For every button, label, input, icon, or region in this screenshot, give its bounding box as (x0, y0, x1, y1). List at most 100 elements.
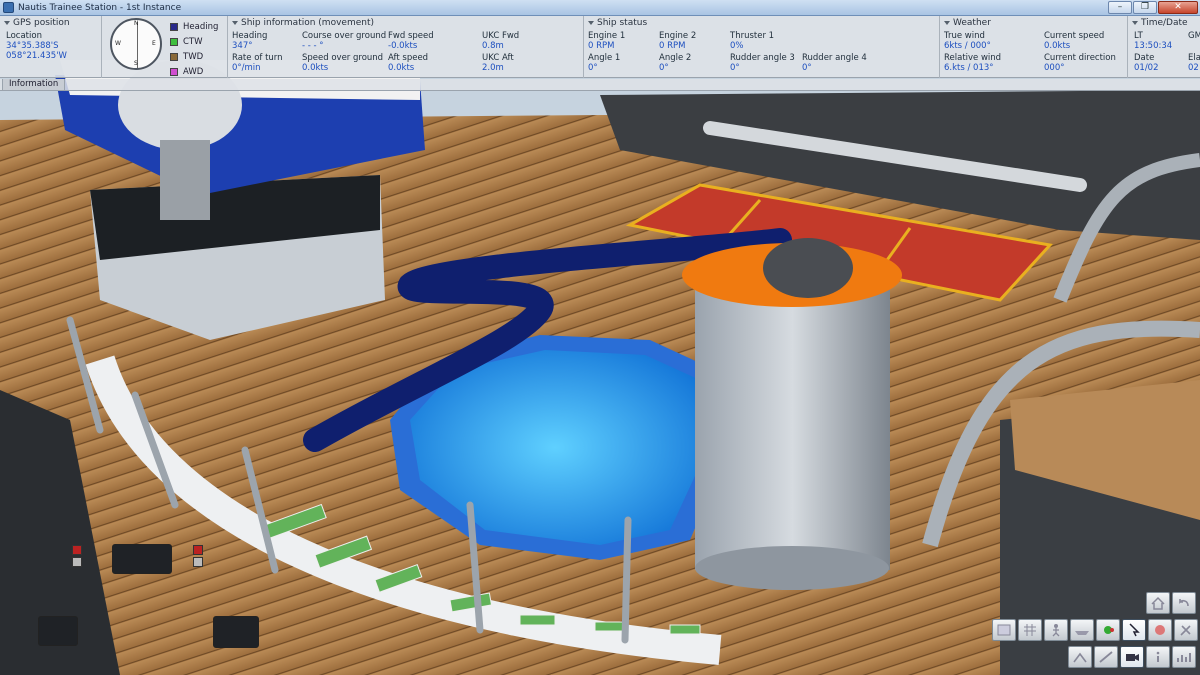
elapsed-label: Ela (1188, 53, 1200, 63)
minimize-button[interactable]: – (1108, 1, 1132, 14)
ukc-fwd-label: UKC Fwd (482, 31, 520, 41)
gm-label: GM (1188, 31, 1200, 41)
time-section: Time/Date LT 13:50:34 GM Date 01/02 Ela … (1128, 16, 1200, 78)
rot-value: 0°/min (232, 63, 261, 73)
lt-value: 13:50:34 (1134, 41, 1173, 51)
engine2-value: 0 RPM (659, 41, 686, 51)
gps-section: GPS position Location 34°35.388'S 058°21… (0, 16, 102, 78)
rudder4-value: 0° (802, 63, 812, 73)
weather-title: Weather (953, 18, 991, 28)
time-header[interactable]: Time/Date (1132, 18, 1196, 28)
gps-section-header[interactable]: GPS position (4, 18, 97, 28)
engine1-label: Engine 1 (588, 31, 626, 41)
true-wind-label: True wind (944, 31, 985, 41)
compass-south: S (134, 60, 138, 67)
relative-wind-label: Relative wind (944, 53, 1002, 63)
heading-swatch-icon (170, 22, 178, 31)
fwd-speed-label: Fwd speed (388, 31, 434, 41)
rudder4-label: Rudder angle 4 (802, 53, 867, 63)
thruster1-label: Thruster 1 (730, 31, 775, 41)
current-speed-value: 0.0kts (1044, 41, 1071, 51)
ship-status-title: Ship status (597, 18, 648, 28)
record-icon[interactable] (1096, 619, 1120, 641)
measure-icon[interactable] (1094, 646, 1118, 668)
rudder3-value: 0° (730, 63, 740, 73)
legend-ctw: CTW (170, 34, 218, 49)
ship-status-section: Ship status Engine 1 0 RPM Engine 2 0 RP… (584, 16, 940, 78)
relative-wind-value: 6.kts / 013° (944, 63, 994, 73)
weather-header[interactable]: Weather (944, 18, 1123, 28)
close-button[interactable]: ✕ (1158, 1, 1198, 14)
elapsed-value: 02 (1188, 63, 1199, 73)
lever-control-icon[interactable] (213, 616, 259, 648)
angle2-value: 0° (659, 63, 669, 73)
map-view-icon[interactable] (992, 619, 1016, 641)
collapse-caret-icon[interactable] (588, 21, 594, 25)
maximize-button[interactable]: ❐ (1133, 1, 1157, 14)
grid-view-icon[interactable] (1018, 619, 1042, 641)
legend-twd: TWD (170, 49, 218, 64)
thruster1-value: 0% (730, 41, 744, 51)
binoculars-icon[interactable] (1068, 646, 1092, 668)
indicator-light-icon (193, 557, 203, 567)
engine2-label: Engine 2 (659, 31, 697, 41)
sog-value: 0.0kts (302, 63, 329, 73)
info-icon[interactable] (1146, 646, 1170, 668)
compass-west: W (115, 40, 121, 47)
tools-icon[interactable] (1174, 619, 1198, 641)
awd-swatch-icon (170, 67, 178, 76)
aft-speed-value: 0.0kts (388, 63, 415, 73)
undo-arrow-icon[interactable] (1172, 592, 1196, 614)
latitude-value: 34°35.388'S (6, 41, 59, 51)
window-title: Nautis Trainee Station - 1st Instance (18, 2, 182, 13)
info-panel: GPS position Location 34°35.388'S 058°21… (0, 16, 1200, 78)
cog-value: - - - ° (302, 41, 324, 51)
compass-north: N (134, 20, 139, 27)
collapse-caret-icon[interactable] (944, 21, 950, 25)
current-speed-label: Current speed (1044, 31, 1105, 41)
time-title: Time/Date (1141, 18, 1188, 28)
ctw-swatch-icon (170, 37, 178, 46)
angle2-label: Angle 2 (659, 53, 692, 63)
legend-heading: Heading (170, 19, 218, 34)
throttle-control-icon[interactable] (112, 544, 172, 574)
gps-title: GPS position (13, 18, 70, 28)
ship-view-icon[interactable] (1070, 619, 1094, 641)
app-icon (3, 2, 14, 13)
ship-info-header[interactable]: Ship information (movement) (232, 18, 579, 28)
collapse-caret-icon[interactable] (232, 21, 238, 25)
information-strip: Information (0, 79, 1200, 91)
rudder3-label: Rudder angle 3 (730, 53, 795, 63)
information-tab[interactable]: Information (2, 79, 66, 91)
compass-section: N E S W Heading CTW TWD AWD (102, 16, 228, 78)
3d-scene-view[interactable] (0, 0, 1200, 675)
longitude-value: 058°21.435'W (6, 51, 67, 61)
alarm-icon[interactable] (1148, 619, 1172, 641)
cog-label: Course over ground (302, 31, 387, 41)
weather-section: Weather True wind 6kts / 000° Current sp… (940, 16, 1128, 78)
person-view-icon[interactable] (1044, 619, 1068, 641)
indicator-light-icon (72, 545, 82, 555)
engine1-value: 0 RPM (588, 41, 615, 51)
window-titlebar[interactable]: Nautis Trainee Station - 1st Instance – … (0, 0, 1200, 16)
camera-icon[interactable] (1120, 646, 1144, 668)
ship-info-title: Ship information (movement) (241, 18, 374, 28)
lever-control-icon[interactable] (38, 616, 78, 646)
ship-info-section: Ship information (movement) Heading 347°… (228, 16, 584, 78)
ukc-aft-value: 2.0m (482, 63, 504, 73)
current-direction-value: 000° (1044, 63, 1065, 73)
chart-icon[interactable] (1172, 646, 1196, 668)
angle1-label: Angle 1 (588, 53, 621, 63)
pointer-tool-icon[interactable] (1122, 619, 1146, 641)
location-label: Location (6, 31, 42, 41)
indicator-light-icon (193, 545, 203, 555)
collapse-caret-icon[interactable] (1132, 21, 1138, 25)
angle1-value: 0° (588, 63, 598, 73)
fwd-speed-value: -0.0kts (388, 41, 418, 51)
home-view-icon[interactable] (1146, 592, 1170, 614)
true-wind-value: 6kts / 000° (944, 41, 991, 51)
collapse-caret-icon[interactable] (4, 21, 10, 25)
aft-speed-label: Aft speed (388, 53, 429, 63)
date-label: Date (1134, 53, 1155, 63)
ship-status-header[interactable]: Ship status (588, 18, 935, 28)
